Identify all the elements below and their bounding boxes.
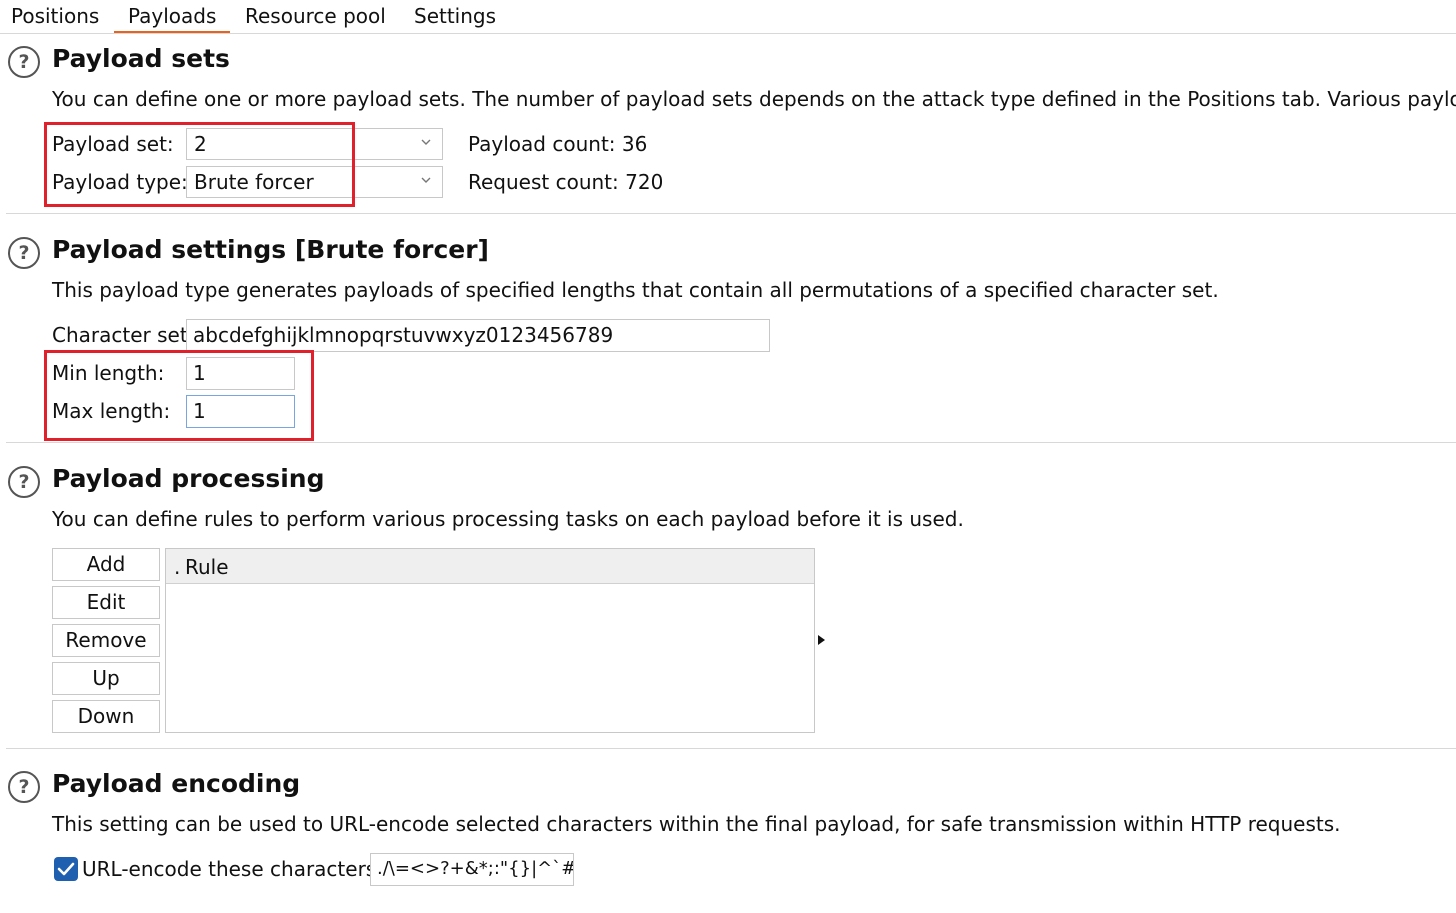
max-length-label: Max length: [52, 399, 171, 423]
help-icon[interactable]: ? [8, 466, 40, 498]
tab-positions[interactable]: Positions [11, 3, 99, 29]
rules-table[interactable]: . Rule [165, 548, 815, 733]
edit-rule-button[interactable]: Edit [52, 586, 160, 619]
tab-payloads[interactable]: Payloads [114, 3, 231, 33]
divider [6, 213, 1456, 214]
payload-type-select[interactable]: Brute forcer [186, 166, 443, 198]
section-description: This payload type generates payloads of … [52, 278, 1219, 302]
help-icon[interactable]: ? [8, 237, 40, 269]
divider [6, 442, 1456, 443]
payload-type-value: Brute forcer [194, 170, 314, 194]
payload-set-label: Payload set: [52, 132, 174, 156]
section-title-payload-processing: Payload processing [52, 464, 325, 493]
chevron-down-icon [421, 177, 431, 183]
tab-settings[interactable]: Settings [414, 3, 496, 29]
url-encode-chars-input[interactable]: ./\=<>?+&*;:"{}|^`# [370, 853, 574, 886]
section-title-payload-settings: Payload settings [Brute forcer] [52, 235, 489, 264]
min-length-input[interactable]: 1 [186, 357, 295, 390]
section-title-payload-encoding: Payload encoding [52, 769, 301, 798]
section-description: You can define rules to perform various … [52, 507, 964, 531]
up-rule-button[interactable]: Up [52, 662, 160, 695]
help-icon[interactable]: ? [8, 771, 40, 803]
section-description: You can define one or more payload sets.… [52, 87, 1456, 111]
request-count: Request count: 720 [468, 170, 664, 194]
remove-rule-button[interactable]: Remove [52, 624, 160, 657]
tab-bar: Positions Payloads Resource pool Setting… [0, 0, 1456, 34]
tab-resource-pool[interactable]: Resource pool [245, 3, 386, 29]
column-header-marker[interactable]: . [174, 555, 180, 579]
checkmark-icon [57, 862, 75, 876]
max-length-input[interactable]: 1 [186, 395, 295, 428]
divider [6, 748, 1456, 749]
section-title-payload-sets: Payload sets [52, 44, 230, 73]
add-rule-button[interactable]: Add [52, 548, 160, 581]
column-header-rule[interactable]: Rule [185, 555, 229, 579]
min-length-label: Min length: [52, 361, 165, 385]
character-set-label: Character set: [52, 323, 195, 347]
payload-set-value: 2 [194, 132, 207, 156]
payload-type-label: Payload type: [52, 170, 188, 194]
section-description: This setting can be used to URL-encode s… [52, 812, 1341, 836]
payload-set-select[interactable]: 2 [186, 128, 443, 160]
url-encode-label: URL-encode these characters: [82, 857, 383, 881]
payload-count: Payload count: 36 [468, 132, 648, 156]
help-icon[interactable]: ? [8, 46, 40, 78]
expand-arrow-icon[interactable] [817, 634, 827, 646]
character-set-input[interactable]: abcdefghijklmnopqrstuvwxyz0123456789 [186, 319, 770, 352]
url-encode-checkbox[interactable] [54, 857, 78, 881]
down-rule-button[interactable]: Down [52, 700, 160, 733]
chevron-down-icon [421, 139, 431, 145]
rules-table-header: . Rule [166, 549, 814, 584]
